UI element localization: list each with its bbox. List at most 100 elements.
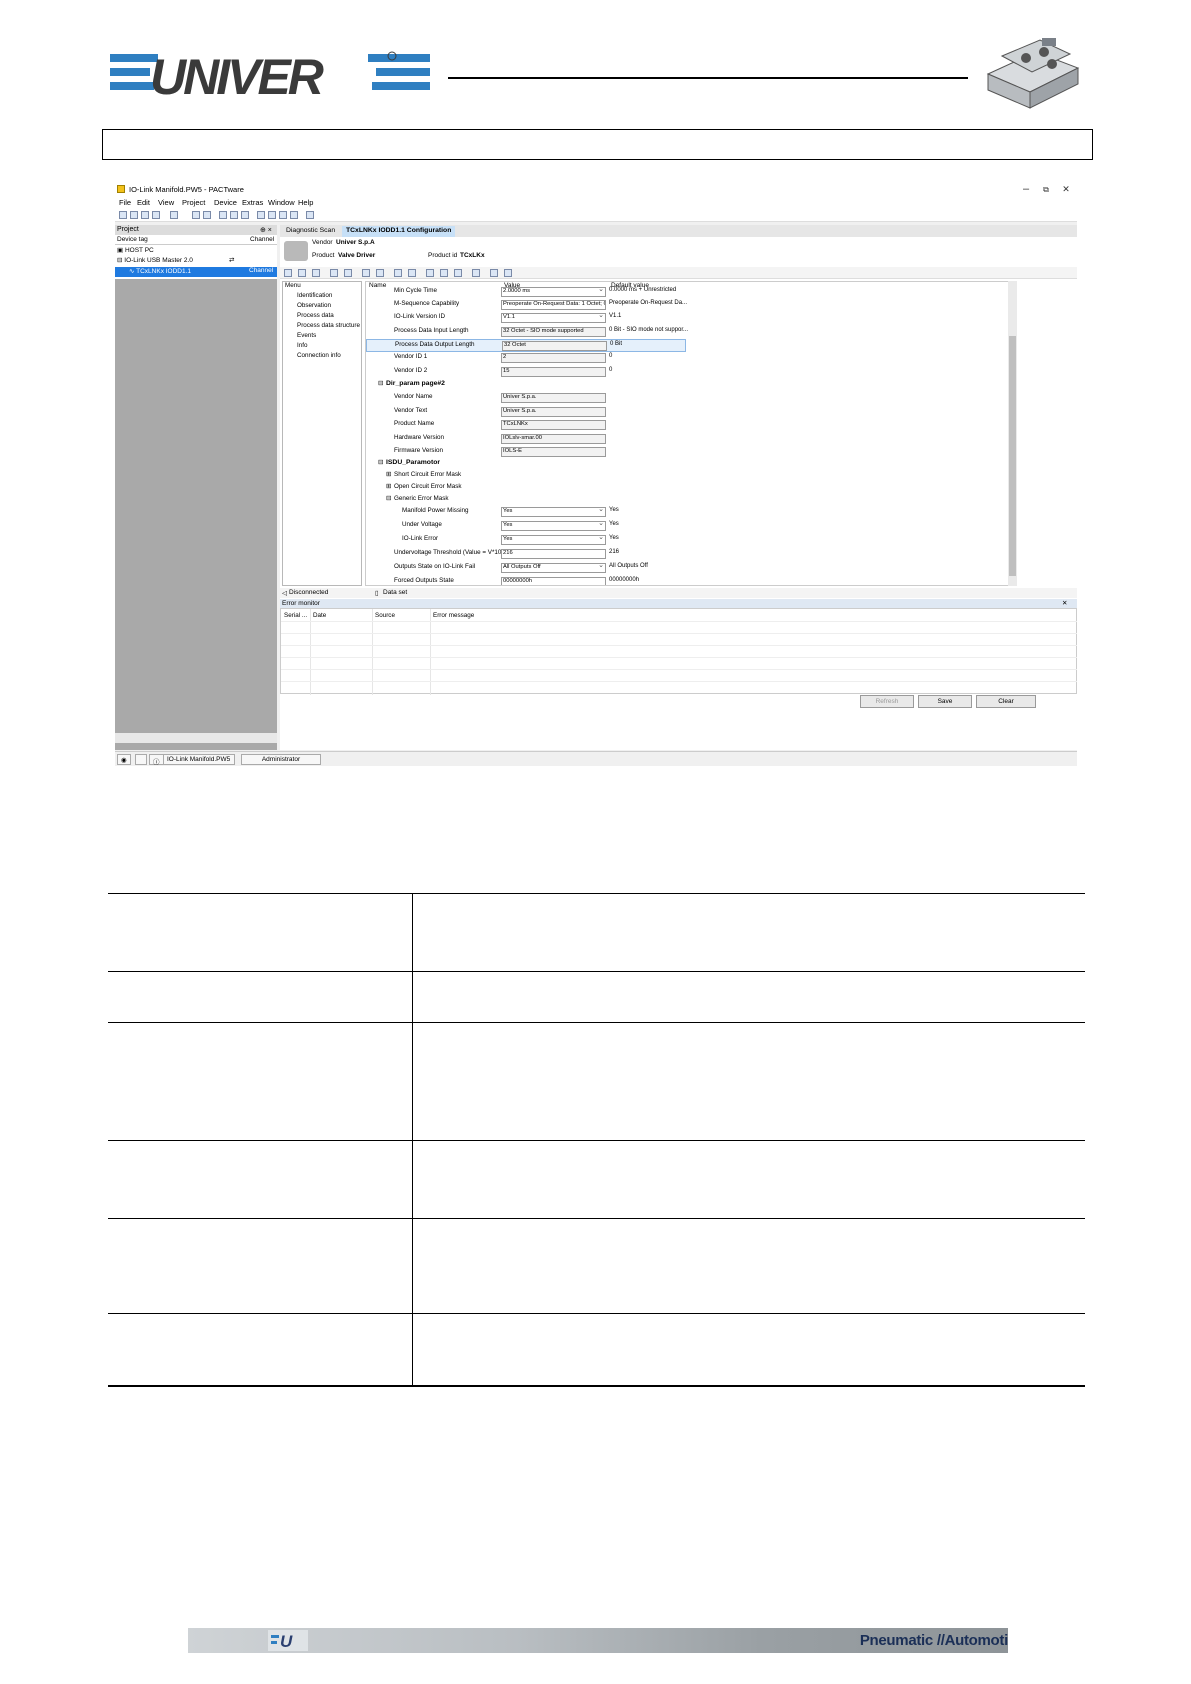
open-icon[interactable] [130,211,138,219]
menu-view[interactable]: View [158,198,174,207]
scrollbar-thumb[interactable] [1009,336,1016,576]
param-row[interactable]: Forced Outputs State 00000000h 00000000h [366,576,686,585]
param-row[interactable]: Manifold Power Missing Yes Yes [366,506,686,519]
param-value[interactable]: Yes [501,521,606,531]
network-icon[interactable] [279,211,287,219]
menu-item-identification[interactable]: Identification [297,292,332,299]
param-row[interactable]: Min Cycle Time 2.0000 ms 0.0000 ms + Unr… [366,286,686,299]
compare-icon[interactable] [454,269,462,277]
expand-icon[interactable]: ⊞ [386,483,391,490]
tab-configuration[interactable]: TCxLNKx IODD1.1 Configuration [342,226,456,237]
menu-item-observation[interactable]: Observation [297,302,331,309]
eye-icon[interactable]: ◉ [117,754,131,765]
param-value[interactable]: 2.0000 ms [501,287,606,297]
param-value[interactable]: 216 [501,549,606,559]
param-value[interactable]: Yes [501,507,606,517]
param-row[interactable]: Undervoltage Threshold (Value = V*10) 21… [366,548,686,561]
print-icon[interactable] [152,211,160,219]
preview-icon[interactable] [170,211,178,219]
tree-item-host-pc[interactable]: ▣ HOST PC [117,246,154,256]
write-icon[interactable] [376,269,384,277]
param-group-row[interactable]: ⊟ Dir_param page#2 [366,379,686,392]
param-value[interactable]: V1.1 [501,313,606,323]
param-row[interactable]: Vendor Name Univer S.p.a. [366,392,686,405]
param-row[interactable]: Product Name TCxLNKx [366,419,686,432]
read-all-icon[interactable] [394,269,402,277]
tree-item-tcxlnkx[interactable]: ∿ TCxLNKx IODD1.1 Channel [115,267,277,277]
param-name: Process Data Output Length [395,341,475,348]
factory-reset-icon[interactable] [472,269,480,277]
write-all-icon[interactable] [408,269,416,277]
read-icon[interactable] [362,269,370,277]
minimize-button[interactable]: – [1017,183,1035,195]
clear-button[interactable]: Clear [976,695,1036,708]
close-icon[interactable]: ✕ [1062,599,1067,607]
project-pane-pin[interactable]: ⊕ × [260,226,272,234]
menu-help[interactable]: Help [298,198,313,207]
view-list-icon[interactable] [312,269,320,277]
save-button[interactable]: Save [918,695,972,708]
disconnect-icon[interactable] [203,211,211,219]
param-value[interactable]: 00000000h [501,577,606,585]
menu-edit[interactable]: Edit [137,198,150,207]
dtm-icon[interactable] [241,211,249,219]
tree-item-usb-master[interactable]: ⊟ IO-Link USB Master 2.0 ⇄ [117,256,234,266]
menu-item-process-data[interactable]: Process data [297,312,334,319]
list-icon[interactable] [306,211,314,219]
menu-item-info[interactable]: Info [297,342,308,349]
view-split-icon[interactable] [298,269,306,277]
param-row[interactable]: M-Sequence Capability Preoperate On-Requ… [366,299,687,312]
restore-button[interactable]: ⧉ [1037,185,1055,195]
download-icon[interactable] [268,211,276,219]
disconnect-device-icon[interactable] [344,269,352,277]
menu-window[interactable]: Window [268,198,295,207]
product-id-label: Product id [428,252,458,259]
connect-icon[interactable] [192,211,200,219]
param-row[interactable]: IO-Link Version ID V1.1 V1.1 [366,312,686,325]
new-icon[interactable] [119,211,127,219]
param-row[interactable]: Under Voltage Yes Yes [366,520,686,533]
catalog-icon[interactable] [230,211,238,219]
project-horizontal-scrollbar[interactable] [115,733,277,743]
collapse-icon[interactable]: ⊟ [386,495,391,502]
param-row[interactable]: Outputs State on IO-Link Fail All Output… [366,562,686,575]
param-value[interactable]: All Outputs Off [501,563,606,573]
download-params-icon[interactable] [440,269,448,277]
device-info-header: Vendor Univer S.p.A Product Valve Driver… [280,237,1077,267]
tab-diagnostic-scan[interactable]: Diagnostic Scan [282,226,339,237]
collapse-icon[interactable]: ⊟ [378,380,383,387]
collapse-icon[interactable]: ⊟ [378,459,383,466]
upload-params-icon[interactable] [426,269,434,277]
grid-vertical-scrollbar[interactable] [1008,281,1017,586]
view-icon[interactable] [284,269,292,277]
param-row-selected[interactable]: Process Data Output Length 32 Octet 0 Bi… [366,339,686,352]
menu-file[interactable]: File [119,198,131,207]
menu-extras[interactable]: Extras [242,198,263,207]
expand-icon[interactable]: ⊞ [386,471,391,478]
close-button[interactable]: ✕ [1057,184,1075,195]
project-view-icon[interactable] [219,211,227,219]
window-title: IO-Link Manifold.PW5 - PACTware [129,185,244,194]
connect-device-icon[interactable] [330,269,338,277]
menu-item-connection-info[interactable]: Connection info [297,352,341,359]
row-divider [281,657,1077,658]
info-icon[interactable]: ⓘ [149,754,164,766]
delete-icon[interactable] [490,269,498,277]
param-row[interactable]: IO-Link Error Yes Yes [366,534,686,547]
menu-item-events[interactable]: Events [297,332,316,339]
menu-item-process-data-structure[interactable]: Process data structure [297,322,360,329]
param-row[interactable]: Process Data Input Length 32 Octet - SIO… [366,326,688,339]
help-icon[interactable] [504,269,512,277]
param-row[interactable]: Vendor ID 1 2 0 [366,352,686,365]
refresh-button[interactable]: Refresh [860,695,914,708]
settings-icon[interactable] [290,211,298,219]
menu-project[interactable]: Project [182,198,205,207]
menu-device[interactable]: Device [214,198,237,207]
upload-icon[interactable] [257,211,265,219]
param-row[interactable]: Vendor Text Univer S.p.a. [366,406,686,419]
param-row[interactable]: Hardware Version IOLslv-smar.00 [366,433,686,446]
param-value[interactable]: Preoperate On-Request Data: 1 Octet; O [501,300,606,310]
param-value[interactable]: Yes [501,535,606,545]
save-icon[interactable] [141,211,149,219]
param-row[interactable]: Vendor ID 2 15 0 [366,366,686,379]
